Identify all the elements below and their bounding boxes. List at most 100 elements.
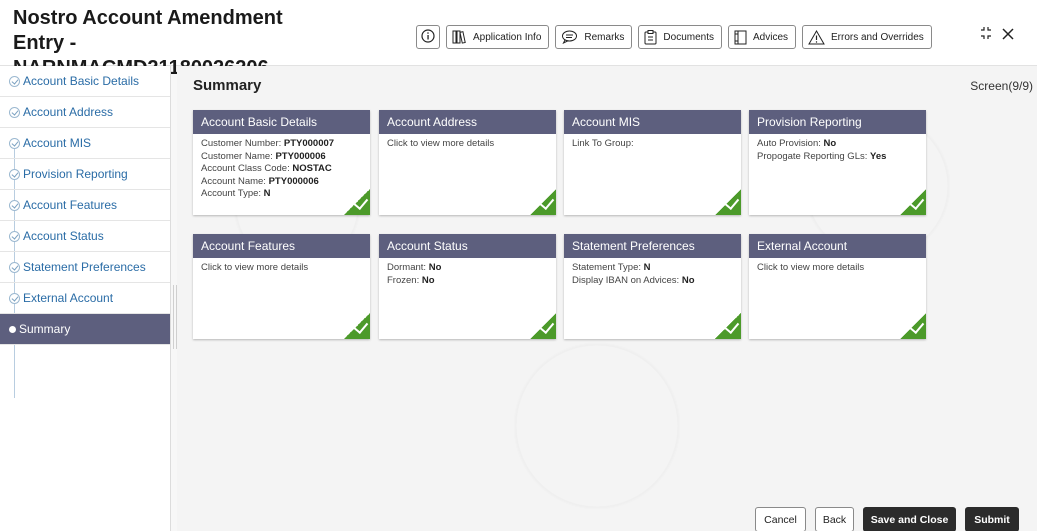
completed-step-icon [9,199,20,211]
field-value: No [421,274,435,286]
remarks-label: Remarks [584,31,625,43]
documents-button[interactable]: Documents [638,25,722,49]
card-field: Propogate Reporting GLs: Yes [757,151,918,164]
screen-indicator: Screen(9/9) [970,79,1033,93]
footer-actions: Cancel Back Save and Close Submit [755,507,1019,531]
toolbar: Application Info Remarks Documents Advic… [416,25,932,49]
documents-label: Documents [663,31,714,43]
summary-card[interactable]: Provision Reporting Auto Provision: No Pro… [749,110,926,215]
card-field: Account Type: N [201,188,362,201]
field-value: PTY000006 [275,150,326,162]
summary-card[interactable]: Account MIS Link To Group: [564,110,741,215]
completed-step-icon [9,75,20,87]
card-field: Account Class Code: NOSTAC [201,163,362,176]
sidebar-item-summary[interactable]: Summary [0,314,170,345]
current-step-icon [9,325,16,333]
application-info-button[interactable]: Application Info [446,25,550,49]
submit-button[interactable]: Submit [965,507,1019,531]
check-icon [530,189,556,215]
card-body: Click to view more details [749,258,926,279]
card-body: Statement Type: N Display IBAN on Advices… [564,258,741,291]
minimize-icon[interactable] [980,26,992,45]
sidebar-item-provision-reporting[interactable]: Provision Reporting [0,159,170,190]
card-field: Statement Type: N [572,262,733,275]
field-value: PTY000007 [283,138,335,149]
card-title: Account Status [379,234,556,258]
card-body: Dormant: No Frozen: No [379,258,556,291]
field-label: Link To Group: [572,138,634,149]
field-value: NOSTAC [292,163,332,174]
field-label: Statement Type: [572,262,642,273]
field-value: N [263,188,271,199]
summary-card[interactable]: Account Features Click to view more detai… [193,234,370,339]
sidebar-item-label: Account MIS [23,136,92,150]
card-title: Account MIS [564,110,741,134]
sidebar-item-external-account[interactable]: External Account [0,283,170,314]
field-label: Account Type: [201,188,262,199]
sidebar-item-account-basic-details[interactable]: Account Basic Details [0,66,170,97]
field-label: Customer Number: [201,138,282,149]
field-label: Display IBAN on Advices: [572,274,680,286]
field-label: Click to view more details [757,262,865,273]
card-body: Auto Provision: No Propogate Reporting GL… [749,134,926,167]
sidebar-item-label: Account Address [23,105,114,119]
field-label: Account Class Code: [201,163,290,174]
info-icon [421,28,435,46]
check-icon [344,189,370,215]
sidebar-item-account-features[interactable]: Account Features [0,190,170,221]
sidebar-item-account-mis[interactable]: Account MIS [0,128,170,159]
check-icon [715,189,741,215]
sidebar-item-statement-preferences[interactable]: Statement Preferences [0,252,170,283]
clipboard-icon [644,29,657,45]
sidebar-item-account-address[interactable]: Account Address [0,97,170,128]
book-icon [452,30,467,44]
document-icon [734,30,747,45]
field-value: N [643,262,651,273]
card-field: Dormant: No [387,262,548,275]
summary-card[interactable]: Account Status Dormant: No Frozen: No [379,234,556,339]
summary-card[interactable]: External Account Click to view more detai… [749,234,926,339]
remarks-button[interactable]: Remarks [555,25,633,49]
main-content: Summary Screen(9/9) Account Basic Detail… [177,66,1037,531]
check-icon [900,313,926,339]
errors-overrides-button[interactable]: Errors and Overrides [802,25,932,49]
save-and-close-button[interactable]: Save and Close [863,507,956,531]
completed-step-icon [9,261,20,273]
completed-step-icon [9,230,20,242]
completed-step-icon [9,168,20,180]
sidebar-item-label: Account Features [23,198,118,212]
card-field: Customer Name: PTY000006 [201,151,362,164]
summary-card[interactable]: Account Basic Details Customer Number: PT… [193,110,370,215]
card-field: Frozen: No [387,275,548,288]
info-button[interactable] [416,25,440,49]
summary-card[interactable]: Account Address Click to view more detail… [379,110,556,215]
completed-step-icon [9,137,20,149]
card-field: Account Name: PTY000006 [201,176,362,189]
chat-icon [561,30,578,44]
application-info-label: Application Info [473,31,542,43]
sidebar-item-label: Account Basic Details [23,74,140,88]
card-field: Display IBAN on Advices: No [572,275,733,288]
field-label: Frozen: [387,274,420,286]
card-body: Click to view more details [193,258,370,279]
back-button[interactable]: Back [815,507,854,531]
completed-step-icon [9,292,20,304]
sidebar-item-label: Summary [19,322,71,336]
section-title: Summary [193,77,262,94]
close-icon[interactable] [1002,27,1014,45]
field-label: Auto Provision: [757,138,821,149]
advices-button[interactable]: Advices [727,25,796,49]
check-icon [900,189,926,215]
card-field: Auto Provision: No [757,138,918,151]
sidebar-item-account-status[interactable]: Account Status [0,221,170,252]
summary-card[interactable]: Statement Preferences Statement Type: N Di… [564,234,741,339]
field-label: Account Name: [201,175,266,187]
card-field: Click to view more details [201,262,362,275]
field-value: Yes [870,150,887,162]
card-field: Customer Number: PTY000007 [201,138,362,151]
cancel-button[interactable]: Cancel [755,507,806,531]
card-field: Click to view more details [757,262,918,275]
sidebar: Account Basic Details Account Address Ac… [0,66,171,531]
card-body: Link To Group: [564,134,741,155]
field-value: PTY000006 [268,175,319,187]
